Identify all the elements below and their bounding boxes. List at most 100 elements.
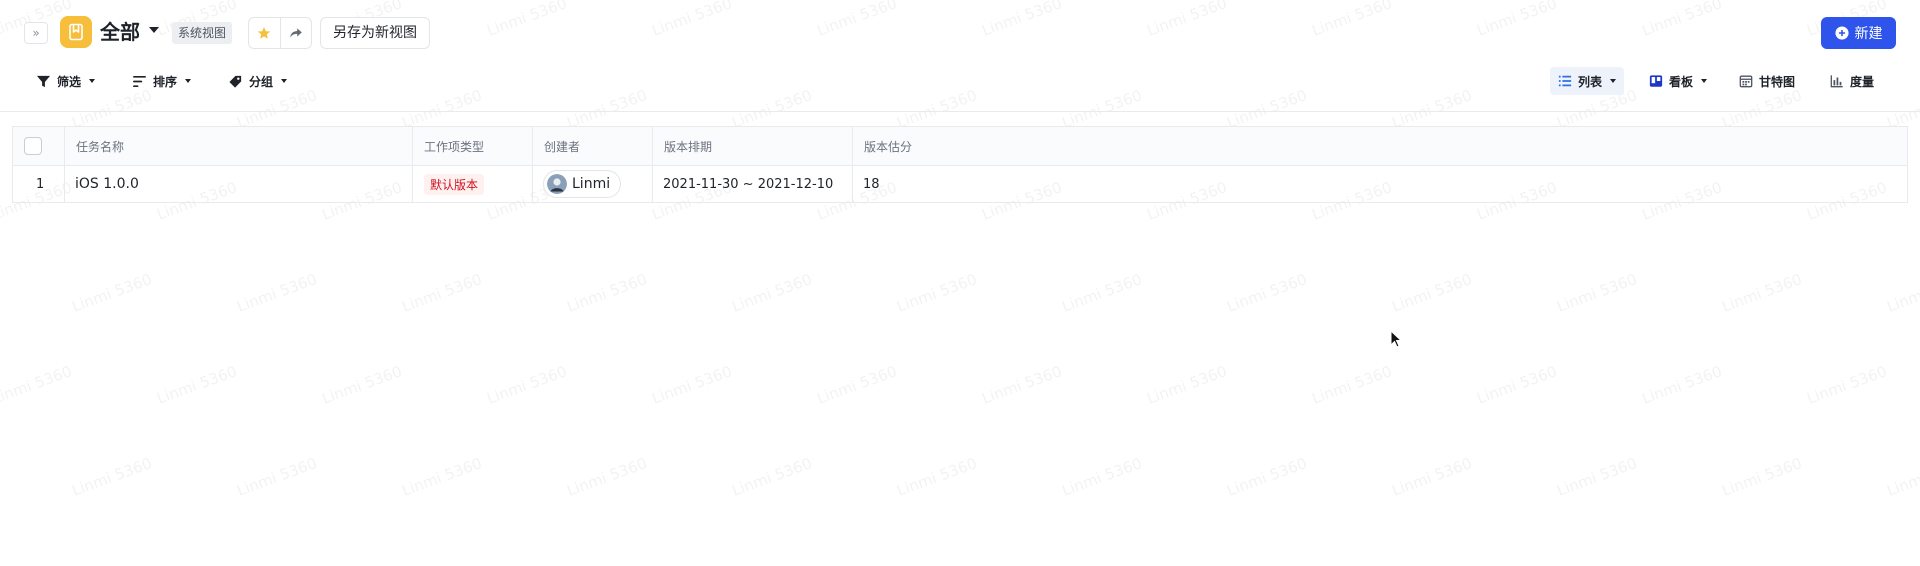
star-icon — [258, 27, 271, 39]
watermark-text: Linmi 5360 — [1554, 270, 1640, 316]
column-header-estimate[interactable]: 版本估分 — [853, 127, 1907, 165]
watermark-text: Linmi 5360 — [1639, 362, 1725, 408]
group-button[interactable]: 分组 — [228, 66, 288, 96]
sort-button[interactable]: 排序 — [132, 66, 192, 96]
sort-icon — [133, 75, 146, 87]
watermark-text: Linmi 5360 — [1224, 270, 1310, 316]
select-all-cell — [13, 127, 65, 165]
new-button[interactable]: 新建 — [1821, 17, 1896, 49]
table-header-row: 任务名称 工作项类型 创建者 版本排期 版本估分 — [13, 127, 1907, 166]
filter-button[interactable]: 筛选 — [36, 66, 96, 96]
creator-name: Linmi — [572, 176, 611, 192]
select-all-checkbox[interactable] — [24, 137, 42, 155]
share-button[interactable] — [279, 18, 311, 48]
schedule-cell[interactable]: 2021-11-30 ~ 2021-12-10 — [653, 166, 853, 202]
bar-chart-icon — [1830, 75, 1843, 88]
row-index-text: 1 — [36, 176, 45, 192]
watermark-text: Linmi 5360 — [729, 270, 815, 316]
plus-circle-icon — [1834, 26, 1849, 40]
filter-icon — [36, 75, 51, 87]
bookmark-icon — [69, 23, 83, 41]
estimate-cell[interactable]: 18 — [853, 166, 1907, 202]
list-icon — [1558, 75, 1572, 87]
watermark-text: Linmi 5360 — [894, 270, 980, 316]
save-as-new-view-button[interactable]: 另存为新视图 — [320, 17, 430, 49]
watermark-text: Linmi 5360 — [814, 362, 900, 408]
watermark-text: Linmi 5360 — [399, 270, 485, 316]
double-chevron-right-icon: » — [32, 26, 40, 40]
column-header-type[interactable]: 工作项类型 — [413, 127, 533, 165]
view-icon — [60, 16, 92, 48]
tab-board[interactable]: 看板 — [1641, 67, 1715, 95]
watermark-text: Linmi 5360 — [1719, 454, 1805, 500]
favorite-button[interactable] — [249, 18, 280, 48]
caret-down-icon — [89, 79, 96, 83]
view-header: » 全部 系统视图 另存为新视图 新建 — [0, 0, 1920, 66]
type-tag: 默认版本 — [424, 173, 485, 195]
table-row[interactable]: 1 iOS 1.0.0 默认版本 Linmi 2021-11-30 ~ 2021… — [13, 166, 1907, 202]
watermark-text: Linmi 5360 — [154, 362, 240, 408]
watermark-text: Linmi 5360 — [69, 454, 155, 500]
system-view-badge: 系统视图 — [172, 22, 233, 44]
column-header-creator[interactable]: 创建者 — [533, 127, 653, 165]
watermark-text: Linmi 5360 — [319, 362, 405, 408]
watermark-text: Linmi 5360 — [0, 362, 75, 408]
watermark-text: Linmi 5360 — [1059, 270, 1145, 316]
watermark-text: Linmi 5360 — [979, 362, 1065, 408]
task-name-cell[interactable]: iOS 1.0.0 — [65, 166, 413, 202]
column-header-schedule[interactable]: 版本排期 — [653, 127, 853, 165]
view-title[interactable]: 全部 — [100, 18, 140, 46]
watermark-text: Linmi 5360 — [69, 270, 155, 316]
watermark-text: Linmi 5360 — [1144, 362, 1230, 408]
caret-down-icon — [281, 79, 288, 83]
estimate-text: 18 — [863, 176, 880, 192]
column-header-task-name[interactable]: 任务名称 — [65, 127, 413, 165]
watermark-text: Linmi 5360 — [729, 454, 815, 500]
expand-sidebar-button[interactable]: » — [24, 22, 48, 44]
watermark-text: Linmi 5360 — [1309, 362, 1395, 408]
watermark-text: Linmi 5360 — [1474, 362, 1560, 408]
tab-metrics-label: 度量 — [1850, 74, 1875, 89]
watermark-text: Linmi 5360 — [1389, 270, 1475, 316]
tab-gantt-label: 甘特图 — [1759, 74, 1796, 89]
watermark-text: Linmi 5360 — [399, 454, 485, 500]
group-label: 分组 — [249, 74, 274, 89]
caret-down-icon — [185, 79, 192, 83]
tab-board-label: 看板 — [1669, 74, 1694, 89]
watermark-text: Linmi 5360 — [564, 270, 650, 316]
watermark-text: Linmi 5360 — [1719, 270, 1805, 316]
watermark-text: Linmi 5360 — [1554, 454, 1640, 500]
view-toolbar: 筛选 排序 分组 列表 看板 甘特图 度量 — [0, 66, 1920, 112]
watermark-text: Linmi 5360 — [1389, 454, 1475, 500]
watermark-text: Linmi 5360 — [1224, 454, 1310, 500]
watermark-text: Linmi 5360 — [649, 362, 735, 408]
mouse-cursor-icon — [1390, 330, 1402, 348]
user-avatar-icon — [547, 174, 567, 194]
type-cell[interactable]: 默认版本 — [413, 166, 533, 202]
tab-metrics[interactable]: 度量 — [1822, 67, 1882, 95]
watermark-text: Linmi 5360 — [234, 270, 320, 316]
task-name[interactable]: iOS 1.0.0 — [75, 176, 139, 192]
tab-list-label: 列表 — [1578, 74, 1603, 89]
row-index: 1 — [13, 166, 65, 202]
watermark-text: Linmi 5360 — [1884, 270, 1920, 316]
star-share-group — [248, 17, 312, 49]
view-switch-caret-icon[interactable] — [149, 27, 159, 33]
tab-list[interactable]: 列表 — [1550, 67, 1625, 95]
board-icon — [1649, 75, 1663, 87]
watermark-text: Linmi 5360 — [234, 454, 320, 500]
tab-gantt[interactable]: 甘特图 — [1731, 67, 1803, 95]
tag-icon — [229, 75, 242, 88]
watermark-text: Linmi 5360 — [564, 454, 650, 500]
creator-chip[interactable]: Linmi — [543, 170, 622, 198]
filter-label: 筛选 — [57, 74, 82, 89]
sort-label: 排序 — [153, 74, 178, 89]
caret-down-icon — [1701, 79, 1708, 83]
new-button-label: 新建 — [1854, 26, 1883, 42]
schedule-text: 2021-11-30 ~ 2021-12-10 — [663, 176, 834, 192]
calendar-icon — [1739, 75, 1753, 88]
watermark-text: Linmi 5360 — [1059, 454, 1145, 500]
creator-cell[interactable]: Linmi — [533, 166, 653, 202]
watermark-text: Linmi 5360 — [1884, 454, 1920, 500]
watermark-text: Linmi 5360 — [894, 454, 980, 500]
